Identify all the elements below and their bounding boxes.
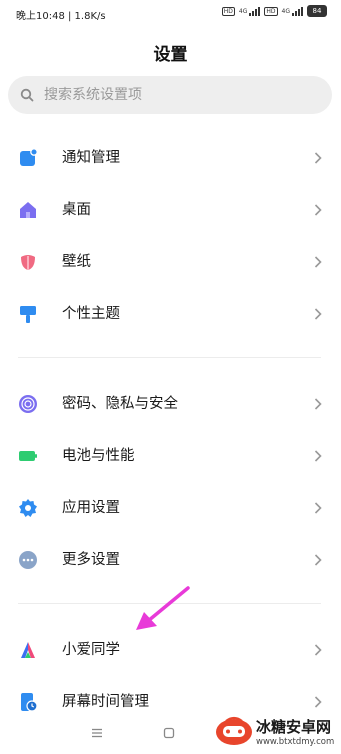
gear-icon: [19, 499, 37, 517]
settings-item-label: 更多设置: [62, 552, 120, 568]
annotation-arrow: [136, 586, 190, 630]
chevron-right-icon: [314, 502, 322, 514]
chevron-right-icon: [314, 696, 322, 708]
chevron-right-icon: [314, 644, 322, 656]
settings-item-label: 应用设置: [62, 500, 120, 516]
search-icon: [20, 88, 34, 102]
watermark-logo: [216, 716, 252, 745]
hd-icon: HD: [221, 6, 235, 16]
screen-time-icon: [21, 693, 38, 712]
settings-item-desktop[interactable]: 桌面: [0, 184, 341, 236]
network-label: 4G: [281, 7, 290, 15]
chevron-right-icon: [314, 256, 322, 268]
signal-icon: [249, 6, 261, 16]
settings-item-app-settings[interactable]: 应用设置: [0, 482, 341, 534]
settings-item-label: 小爱同学: [62, 642, 120, 658]
settings-item-label: 密码、隐私与安全: [62, 396, 178, 412]
status-icons: HD 4G HD 4G 84: [221, 5, 327, 17]
settings-item-label: 通知管理: [62, 150, 120, 166]
network-label: 4G: [238, 7, 248, 15]
tulip-icon: [21, 255, 35, 270]
chevron-right-icon: [314, 204, 322, 216]
fingerprint-icon: [19, 395, 37, 413]
settings-item-label: 个性主题: [62, 306, 120, 322]
settings-item-more-settings[interactable]: 更多设置: [0, 534, 341, 586]
battery-indicator: 84: [307, 5, 327, 17]
chevron-right-icon: [314, 554, 322, 566]
menu-icon[interactable]: [91, 728, 103, 738]
paint-brush-icon: [20, 306, 36, 323]
settings-item-label: 电池与性能: [62, 448, 135, 464]
status-time-speed: 晚上10:48 | 1.8K/s: [16, 11, 106, 22]
chevron-right-icon: [314, 152, 322, 164]
battery-icon: [19, 451, 37, 461]
settings-item-label: 桌面: [62, 202, 91, 218]
settings-item-battery-performance[interactable]: 电池与性能: [0, 430, 341, 482]
search-input[interactable]: 搜索系统设置项: [44, 76, 142, 114]
home-icon: [20, 202, 36, 218]
watermark-url: www.btxtdmy.com: [256, 737, 335, 747]
section-divider: [18, 357, 321, 358]
settings-item-wallpaper[interactable]: 壁纸: [0, 236, 341, 288]
watermark-site-name: 冰糖安卓网: [256, 718, 332, 736]
settings-item-themes[interactable]: 个性主题: [0, 288, 341, 340]
notification-icon: [20, 148, 38, 166]
chevron-right-icon: [314, 450, 322, 462]
settings-item-privacy-security[interactable]: 密码、隐私与安全: [0, 378, 341, 430]
more-icon: [19, 551, 37, 569]
status-bar: 晚上10:48 | 1.8K/s HD 4G HD 4G 84: [0, 0, 341, 28]
chevron-right-icon: [314, 398, 322, 410]
home-button-icon[interactable]: [163, 727, 175, 739]
settings-item-label: 壁纸: [62, 254, 91, 270]
page-title: 设置: [153, 45, 188, 65]
xiaoai-icon: [21, 642, 35, 658]
hd-icon: HD: [264, 6, 278, 16]
settings-item-notifications[interactable]: 通知管理: [0, 132, 341, 184]
signal-icon: [292, 6, 303, 16]
search-bar[interactable]: 搜索系统设置项: [8, 76, 332, 114]
chevron-right-icon: [314, 308, 322, 320]
